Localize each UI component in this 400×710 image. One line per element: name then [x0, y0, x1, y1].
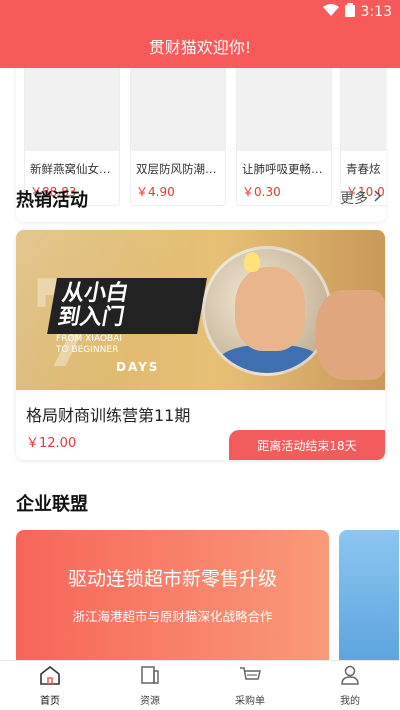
- app-header: 贯财猫欢迎你!: [0, 24, 400, 68]
- product-name: 双层防风防潮…: [136, 162, 217, 176]
- product-image: [25, 68, 119, 151]
- more-label: 更多: [340, 191, 368, 207]
- banner-lens-photo: [202, 246, 332, 376]
- tab-profile[interactable]: 我的: [300, 661, 400, 710]
- alliance-banner-next[interactable]: [339, 530, 399, 660]
- tab-home-label: 首页: [40, 695, 60, 707]
- person-face: [235, 267, 305, 351]
- alliance-section-title: 企业联盟: [16, 494, 88, 515]
- product-image: [131, 68, 225, 151]
- tab-resource-label: 资源: [140, 695, 160, 707]
- product-name: 青春炫: [346, 162, 381, 176]
- hot-section-title: 热销活动: [16, 190, 88, 211]
- more-link[interactable]: 更多: [340, 188, 382, 208]
- activity-price: ￥12.00: [26, 436, 77, 451]
- hand-graphic: [316, 290, 385, 380]
- alliance-subline: 浙江海港超市与原财猫深化战略合作: [72, 609, 273, 624]
- battery-icon: [344, 3, 355, 21]
- banner-slogan: 从小白 到入门: [47, 278, 207, 335]
- alliance-headline: 驱动连锁超市新零售升级: [67, 568, 277, 590]
- banner-slogan-line1: 从小白: [60, 281, 131, 306]
- bottom-tab-bar: 首页 资源 采购单 我的: [0, 660, 400, 710]
- tab-home[interactable]: 首页: [0, 661, 100, 710]
- product-price: ￥0.30: [242, 185, 281, 199]
- banner-subtitle: FROM XIAOBAI TO BEGINNER: [56, 334, 122, 356]
- banner-subtitle-line1: FROM XIAOBAI: [56, 334, 123, 344]
- status-bar: 3:13: [0, 0, 400, 24]
- product-name: 让肺呼吸更畅…: [242, 162, 323, 176]
- banner-days: DAYS: [116, 360, 160, 374]
- tab-cart[interactable]: 采购单: [200, 661, 300, 710]
- product-card[interactable]: 双层防风防潮… ￥4.90: [130, 68, 226, 206]
- tab-resource[interactable]: 资源: [100, 661, 200, 710]
- banner-slogan-line2: 到入门: [55, 305, 127, 331]
- status-icons: 3:13: [322, 3, 392, 21]
- resource-icon: [139, 665, 161, 689]
- wifi-icon: [322, 4, 339, 20]
- product-image: [341, 68, 386, 151]
- tab-cart-label: 采购单: [235, 695, 265, 707]
- alliance-banner[interactable]: 驱动连锁超市新零售升级 浙江海港超市与原财猫深化战略合作: [16, 530, 329, 660]
- home-content[interactable]: 新鲜燕窝仙女… ￥88.83 双层防风防潮… ￥4.90 让肺呼吸更畅… ￥0.…: [0, 68, 400, 660]
- product-image: [237, 68, 331, 151]
- banner-subtitle-line2: TO BEGINNER: [56, 344, 119, 355]
- activity-card[interactable]: 7 从小白 到入门 FROM XIAOBAI TO BEGINNER DAYS …: [16, 230, 385, 460]
- activity-banner[interactable]: 7 从小白 到入门 FROM XIAOBAI TO BEGINNER DAYS: [16, 230, 385, 390]
- page-title: 贯财猫欢迎你!: [148, 38, 252, 57]
- product-name: 新鲜燕窝仙女…: [30, 162, 111, 176]
- tab-profile-label: 我的: [340, 695, 360, 707]
- home-icon: [39, 665, 61, 689]
- activity-name: 格局财商训练营第11期: [26, 406, 191, 425]
- product-card[interactable]: 让肺呼吸更畅… ￥0.30: [236, 68, 332, 206]
- cart-icon: [238, 665, 262, 689]
- product-price: ￥4.90: [136, 185, 175, 199]
- profile-icon: [339, 665, 361, 689]
- clock-time: 3:13: [360, 4, 392, 20]
- product-card[interactable]: 青春炫 ￥10.0: [340, 68, 386, 206]
- countdown-badge: 距离活动结束18天: [229, 430, 385, 460]
- chevron-right-icon: [374, 190, 382, 206]
- lightbulb-icon: [244, 252, 260, 272]
